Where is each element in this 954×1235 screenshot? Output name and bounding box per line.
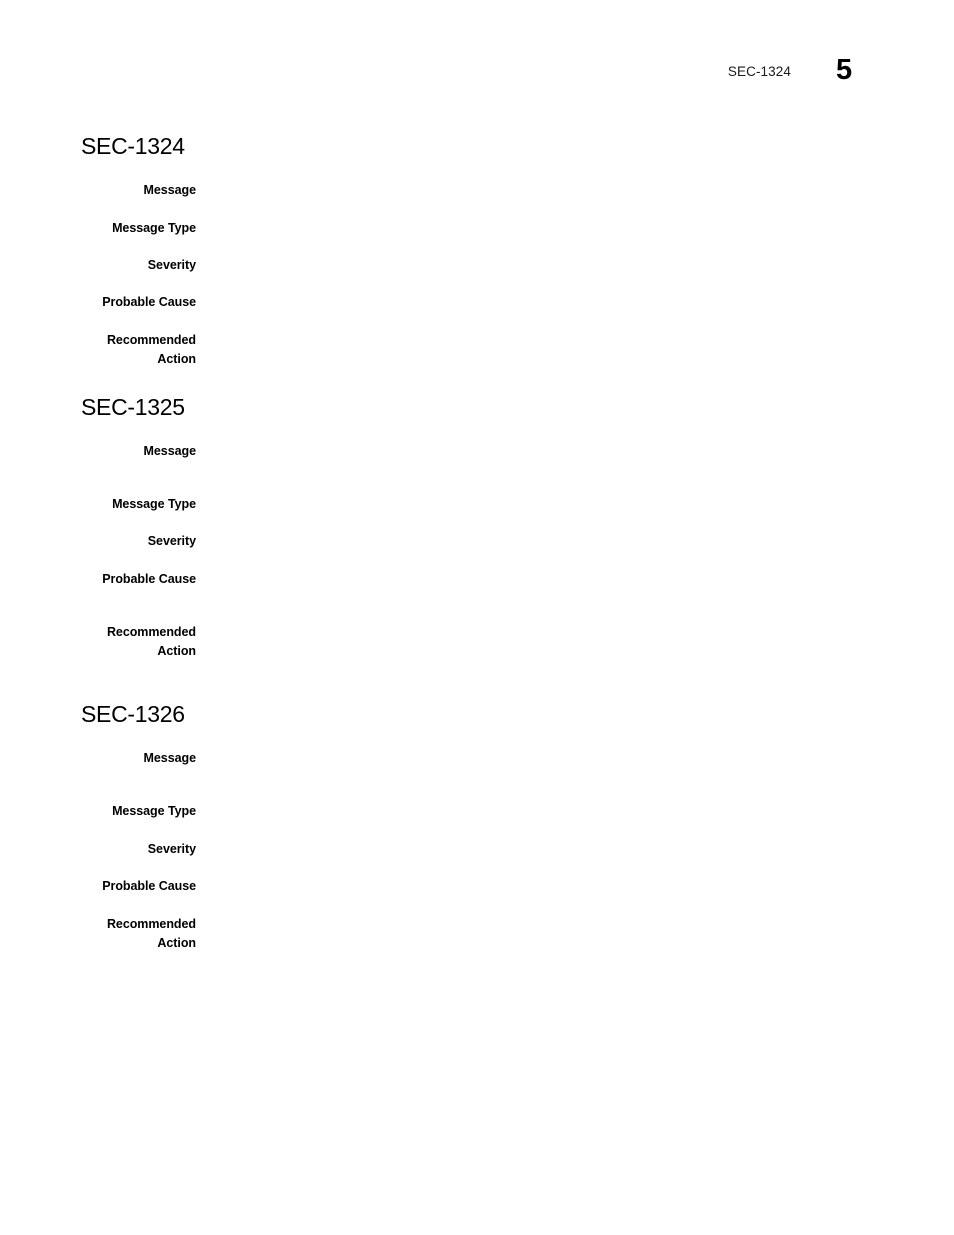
field-value-recommended-action <box>212 623 912 624</box>
field-label-recommended-action-line1: Recommended <box>106 917 196 931</box>
field-value-message-type <box>212 219 912 220</box>
field-value-message <box>212 181 912 182</box>
section-heading: SEC-1326 <box>81 701 185 727</box>
page-number: 5 <box>836 54 852 86</box>
field-label-probable-cause: Probable Cause <box>102 295 196 309</box>
field-label-probable-cause: Probable Cause <box>102 879 196 893</box>
field-label-recommended-action-line2: Action <box>157 643 196 658</box>
field-label-recommended-action-line1: Recommended <box>106 625 196 639</box>
field-value-probable-cause <box>212 293 912 294</box>
field-label-message: Message <box>143 183 197 197</box>
field-label-severity: Severity <box>147 534 196 548</box>
field-label-severity: Severity <box>147 258 196 272</box>
field-label-message-type: Message Type <box>112 221 196 235</box>
field-label-recommended-action-line2: Action <box>157 351 196 366</box>
field-label-recommended-action: Recommended Action <box>0 915 196 952</box>
field-label-message-type: Message Type <box>112 804 196 818</box>
field-value-recommended-action <box>212 331 912 332</box>
section-heading: SEC-1324 <box>81 133 185 159</box>
field-label-recommended-action-line1: Recommended <box>106 333 196 347</box>
field-label-message: Message <box>143 751 197 765</box>
field-value-message <box>212 442 912 443</box>
page-header: SEC-1324 5 <box>0 54 954 98</box>
field-label-probable-cause: Probable Cause <box>102 572 196 586</box>
field-value-message <box>212 749 912 750</box>
field-label-recommended-action-line2: Action <box>157 935 196 950</box>
document-page: SEC-1324 5 SEC-1324 Message Message Type… <box>0 0 954 1235</box>
field-value-message-type <box>212 802 912 803</box>
field-label-message-type: Message Type <box>112 497 196 511</box>
field-label-message: Message <box>143 444 197 458</box>
header-section-reference: SEC-1324 <box>727 64 791 79</box>
field-value-recommended-action <box>212 915 912 916</box>
field-value-severity <box>212 840 912 841</box>
field-value-message-type <box>212 495 912 496</box>
section-heading: SEC-1325 <box>81 394 185 420</box>
field-value-severity <box>212 256 912 257</box>
field-value-severity <box>212 532 912 533</box>
field-label-recommended-action: Recommended Action <box>0 331 196 368</box>
field-value-probable-cause <box>212 570 912 571</box>
field-label-severity: Severity <box>147 842 196 856</box>
field-value-probable-cause <box>212 877 912 878</box>
field-label-recommended-action: Recommended Action <box>0 623 196 660</box>
